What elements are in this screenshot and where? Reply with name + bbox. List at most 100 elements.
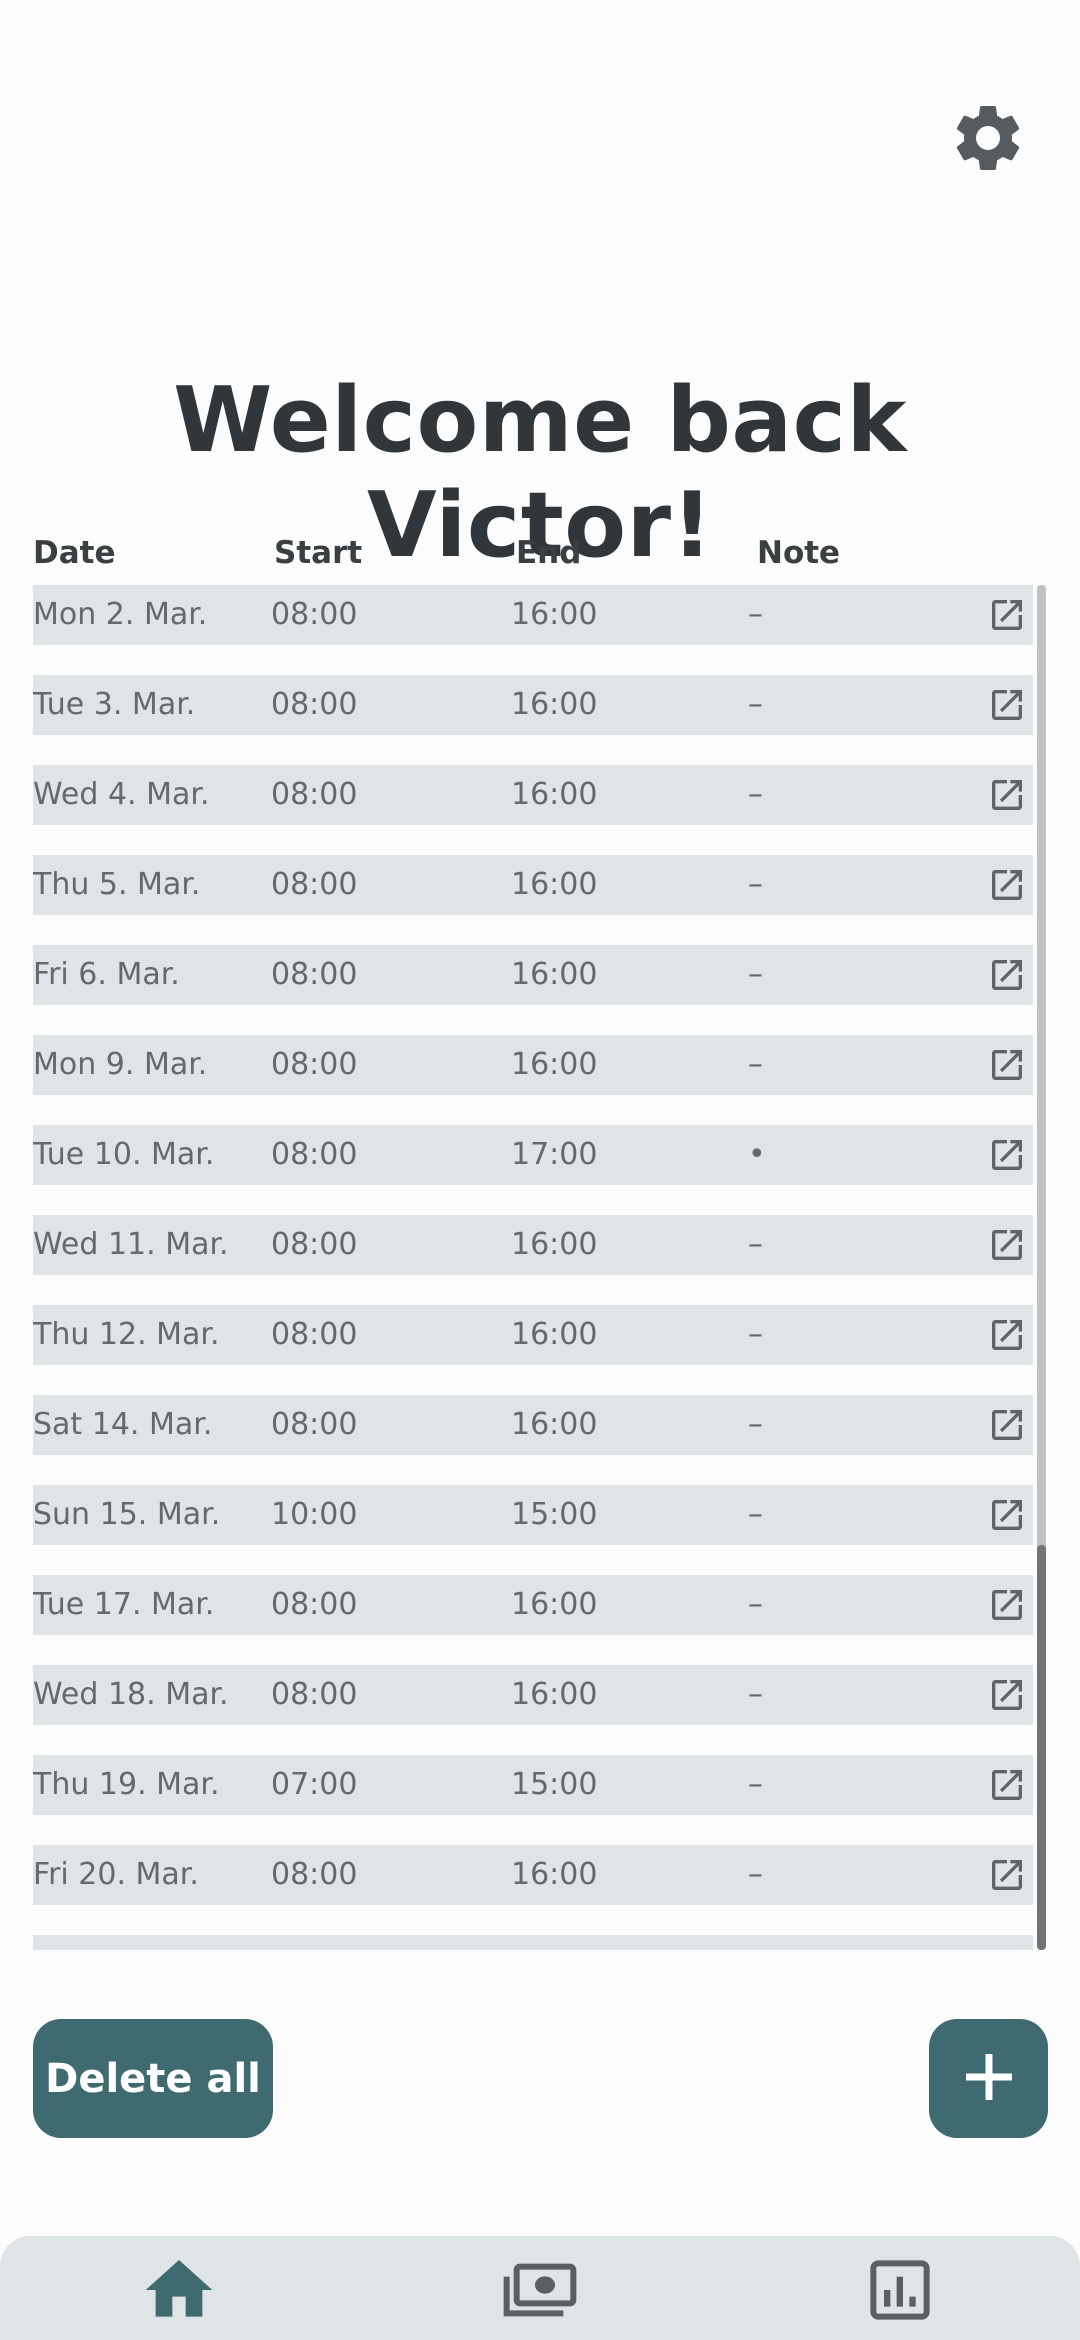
open-in-new-icon[interactable] [987,1495,1027,1535]
row-start: 08:00 [271,867,358,902]
open-in-new-icon[interactable] [987,955,1027,995]
open-in-new-icon[interactable] [987,1765,1027,1805]
table-row: Thu 12. Mar. 08:00 16:00 – [33,1305,1033,1365]
row-start: 08:00 [271,1407,358,1442]
table-header: Date Start End Note [33,535,1047,579]
settings-button[interactable] [946,98,1030,182]
home-icon [139,2250,219,2334]
row-date: Tue 3. Mar. [33,687,196,722]
row-end: 17:00 [511,1137,598,1172]
row-note: – [748,1047,763,1082]
entries-list[interactable]: Mon 2. Mar. 08:00 16:00 – Tue 3. Mar. 08:00 16… [33,585,1047,1950]
header-date: Date [33,535,116,571]
row-end: 16:00 [511,597,598,632]
table-row: Thu 19. Mar. 07:00 15:00 – [33,1755,1033,1815]
row-date: Wed 11. Mar. [33,1227,229,1262]
row-start: 07:00 [271,1767,358,1802]
open-in-new-icon[interactable] [987,1135,1027,1175]
row-start: 08:00 [271,597,358,632]
row-note: • [748,1137,766,1172]
row-start: 08:00 [271,777,358,812]
row-end: 16:00 [511,1587,598,1622]
nav-home[interactable] [134,2250,224,2340]
table-row: Wed 11. Mar. 08:00 16:00 – [33,1215,1033,1275]
open-in-new-icon[interactable] [987,1675,1027,1715]
add-entry-button[interactable] [929,2019,1048,2138]
row-date: Mon 9. Mar. [33,1047,208,1082]
banknotes-icon [500,2250,580,2334]
open-in-new-icon[interactable] [987,1225,1027,1265]
row-date: Tue 10. Mar. [33,1137,215,1172]
row-end: 16:00 [511,777,598,812]
open-in-new-icon[interactable] [987,1405,1027,1445]
open-in-new-icon[interactable] [987,1585,1027,1625]
table-row: Mon 9. Mar. 08:00 16:00 – [33,1035,1033,1095]
bar-chart-icon [860,2250,940,2334]
row-start: 08:00 [271,1047,358,1082]
open-in-new-icon[interactable] [987,685,1027,725]
row-date: Sat 14. Mar. [33,1407,213,1442]
row-end: 16:00 [511,1677,598,1712]
open-in-new-icon[interactable] [987,1855,1027,1895]
row-date: Mon 2. Mar. [33,597,208,632]
bottom-navigation [0,2236,1080,2340]
delete-all-label: Delete all [45,2055,261,2102]
open-in-new-icon[interactable] [987,775,1027,815]
row-date: Sun 15. Mar. [33,1497,221,1532]
open-in-new-icon[interactable] [987,1045,1027,1085]
row-start: 08:00 [271,1317,358,1352]
table-row: Mon 2. Mar. 08:00 16:00 – [33,585,1033,645]
table-row [33,1935,1033,1950]
row-note: – [748,1767,763,1802]
nav-statistics[interactable] [855,2250,945,2340]
row-end: 16:00 [511,1227,598,1262]
delete-all-button[interactable]: Delete all [33,2019,273,2138]
row-note: – [748,867,763,902]
table-row: Thu 5. Mar. 08:00 16:00 – [33,855,1033,915]
open-in-new-icon[interactable] [987,865,1027,905]
row-start: 08:00 [271,1677,358,1712]
row-date: Thu 5. Mar. [33,867,201,902]
nav-payments[interactable] [495,2250,585,2340]
open-in-new-icon[interactable] [987,1315,1027,1355]
row-start: 08:00 [271,957,358,992]
row-date: Wed 18. Mar. [33,1677,229,1712]
row-note: – [748,957,763,992]
row-note: – [748,597,763,632]
row-end: 16:00 [511,1857,598,1892]
open-in-new-icon[interactable] [987,1945,1027,1950]
table-row: Sat 14. Mar. 08:00 16:00 – [33,1395,1033,1455]
row-start: 08:00 [271,1137,358,1172]
table-row: Tue 17. Mar. 08:00 16:00 – [33,1575,1033,1635]
row-date: Fri 20. Mar. [33,1857,199,1892]
row-start: 08:00 [271,687,358,722]
table-row: Fri 6. Mar. 08:00 16:00 – [33,945,1033,1005]
row-note: – [748,1497,763,1532]
table-row: Fri 20. Mar. 08:00 16:00 – [33,1845,1033,1905]
table-row: Tue 10. Mar. 08:00 17:00 • [33,1125,1033,1185]
row-note: – [748,1587,763,1622]
row-date: Wed 4. Mar. [33,777,210,812]
table-row: Sun 15. Mar. 10:00 15:00 – [33,1485,1033,1545]
row-note: – [748,1317,763,1352]
row-end: 16:00 [511,957,598,992]
row-date: Tue 17. Mar. [33,1587,215,1622]
row-date: Thu 12. Mar. [33,1317,220,1352]
row-end: 16:00 [511,1407,598,1442]
row-end: 16:00 [511,1047,598,1082]
row-end: 16:00 [511,687,598,722]
scrollbar-thumb[interactable] [1037,1545,1046,1950]
row-note: – [748,1857,763,1892]
row-date: Thu 19. Mar. [33,1767,220,1802]
open-in-new-icon[interactable] [987,595,1027,635]
row-note: – [748,687,763,722]
row-start: 10:00 [271,1497,358,1532]
table-row: Tue 3. Mar. 08:00 16:00 – [33,675,1033,735]
row-start: 08:00 [271,1857,358,1892]
row-end: 16:00 [511,1317,598,1352]
row-start: 08:00 [271,1227,358,1262]
row-note: – [748,1227,763,1262]
row-end: 15:00 [511,1767,598,1802]
row-end: 15:00 [511,1497,598,1532]
header-end: End [516,535,582,571]
